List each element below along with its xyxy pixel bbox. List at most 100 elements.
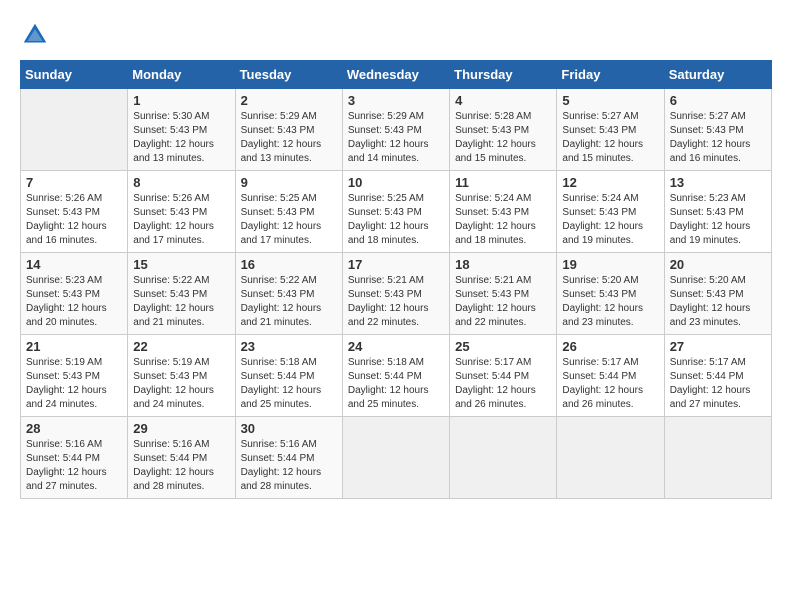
- day-cell: 15Sunrise: 5:22 AM Sunset: 5:43 PM Dayli…: [128, 253, 235, 335]
- day-number: 1: [133, 93, 229, 108]
- day-number: 8: [133, 175, 229, 190]
- day-cell: 23Sunrise: 5:18 AM Sunset: 5:44 PM Dayli…: [235, 335, 342, 417]
- day-cell: 17 Sunrise: 5:21 AM Sunset: 5:43 PM Dayli…: [342, 253, 449, 335]
- day-cell: [21, 89, 128, 171]
- day-info: Sunrise: 5:17 AM Sunset: 5:44 PM Dayligh…: [562, 356, 658, 412]
- week-row-2: 7 Sunrise: 5:26 AM Sunset: 5:43 PM Daylig…: [21, 171, 772, 253]
- day-info: Sunrise: 5:18 AM Sunset: 5:44 PM Dayligh…: [348, 356, 444, 412]
- day-number: 14: [26, 257, 122, 272]
- day-number: 5: [562, 93, 658, 108]
- day-number: 3: [348, 93, 444, 108]
- logo: [20, 20, 54, 50]
- day-info: Sunrise: 5:23 AM Sunset: 5:43 PM Dayligh…: [670, 192, 766, 248]
- header-cell-friday: Friday: [557, 61, 664, 89]
- day-number: 7: [26, 175, 122, 190]
- day-cell: 26 Sunrise: 5:17 AM Sunset: 5:44 PM Dayli…: [557, 335, 664, 417]
- week-row-1: 1Sunrise: 5:30 AM Sunset: 5:43 PM Daylig…: [21, 89, 772, 171]
- day-number: 18: [455, 257, 551, 272]
- day-cell: 19 Sunrise: 5:20 AM Sunset: 5:43 PM Dayli…: [557, 253, 664, 335]
- day-cell: 16 Sunrise: 5:22 AM Sunset: 5:43 PM Dayli…: [235, 253, 342, 335]
- day-cell: 20 Sunrise: 5:20 AM Sunset: 5:43 PM Dayli…: [664, 253, 771, 335]
- header-cell-monday: Monday: [128, 61, 235, 89]
- day-info: Sunrise: 5:22 AM Sunset: 5:43 PM Dayligh…: [241, 274, 337, 330]
- day-info: Sunrise: 5:16 AM Sunset: 5:44 PM Dayligh…: [133, 438, 229, 494]
- day-info: Sunrise: 5:19 AM Sunset: 5:43 PM Dayligh…: [133, 356, 229, 412]
- header: [20, 20, 772, 50]
- day-info: Sunrise: 5:16 AM Sunset: 5:44 PM Dayligh…: [241, 438, 337, 494]
- calendar-body: 1Sunrise: 5:30 AM Sunset: 5:43 PM Daylig…: [21, 89, 772, 499]
- calendar-table: SundayMondayTuesdayWednesdayThursdayFrid…: [20, 60, 772, 499]
- day-cell: 30 Sunrise: 5:16 AM Sunset: 5:44 PM Dayli…: [235, 417, 342, 499]
- day-number: 25: [455, 339, 551, 354]
- day-cell: 5Sunrise: 5:27 AM Sunset: 5:43 PM Daylig…: [557, 89, 664, 171]
- day-number: 30: [241, 421, 337, 436]
- week-row-5: 28 Sunrise: 5:16 AM Sunset: 5:44 PM Dayli…: [21, 417, 772, 499]
- day-info: Sunrise: 5:17 AM Sunset: 5:44 PM Dayligh…: [455, 356, 551, 412]
- day-number: 17: [348, 257, 444, 272]
- day-number: 19: [562, 257, 658, 272]
- day-cell: 10Sunrise: 5:25 AM Sunset: 5:43 PM Dayli…: [342, 171, 449, 253]
- day-number: 23: [241, 339, 337, 354]
- day-cell: 29 Sunrise: 5:16 AM Sunset: 5:44 PM Dayli…: [128, 417, 235, 499]
- day-number: 6: [670, 93, 766, 108]
- day-cell: 2Sunrise: 5:29 AM Sunset: 5:43 PM Daylig…: [235, 89, 342, 171]
- day-cell: 13Sunrise: 5:23 AM Sunset: 5:43 PM Dayli…: [664, 171, 771, 253]
- day-number: 12: [562, 175, 658, 190]
- day-number: 16: [241, 257, 337, 272]
- day-info: Sunrise: 5:20 AM Sunset: 5:43 PM Dayligh…: [670, 274, 766, 330]
- day-info: Sunrise: 5:25 AM Sunset: 5:43 PM Dayligh…: [348, 192, 444, 248]
- day-info: Sunrise: 5:28 AM Sunset: 5:43 PM Dayligh…: [455, 110, 551, 166]
- day-info: Sunrise: 5:23 AM Sunset: 5:43 PM Dayligh…: [26, 274, 122, 330]
- day-number: 26: [562, 339, 658, 354]
- calendar-header: SundayMondayTuesdayWednesdayThursdayFrid…: [21, 61, 772, 89]
- day-number: 20: [670, 257, 766, 272]
- day-info: Sunrise: 5:16 AM Sunset: 5:44 PM Dayligh…: [26, 438, 122, 494]
- day-info: Sunrise: 5:21 AM Sunset: 5:43 PM Dayligh…: [455, 274, 551, 330]
- day-cell: 22 Sunrise: 5:19 AM Sunset: 5:43 PM Dayli…: [128, 335, 235, 417]
- day-number: 29: [133, 421, 229, 436]
- day-number: 11: [455, 175, 551, 190]
- day-cell: [557, 417, 664, 499]
- day-cell: 28 Sunrise: 5:16 AM Sunset: 5:44 PM Dayli…: [21, 417, 128, 499]
- day-cell: 21 Sunrise: 5:19 AM Sunset: 5:43 PM Dayli…: [21, 335, 128, 417]
- day-cell: 9 Sunrise: 5:25 AM Sunset: 5:43 PM Daylig…: [235, 171, 342, 253]
- day-number: 27: [670, 339, 766, 354]
- day-cell: 1Sunrise: 5:30 AM Sunset: 5:43 PM Daylig…: [128, 89, 235, 171]
- day-cell: 6 Sunrise: 5:27 AM Sunset: 5:43 PM Daylig…: [664, 89, 771, 171]
- week-row-4: 21 Sunrise: 5:19 AM Sunset: 5:43 PM Dayli…: [21, 335, 772, 417]
- day-cell: 11 Sunrise: 5:24 AM Sunset: 5:43 PM Dayli…: [450, 171, 557, 253]
- day-number: 21: [26, 339, 122, 354]
- day-cell: 7 Sunrise: 5:26 AM Sunset: 5:43 PM Daylig…: [21, 171, 128, 253]
- day-cell: 24 Sunrise: 5:18 AM Sunset: 5:44 PM Dayli…: [342, 335, 449, 417]
- day-cell: 25 Sunrise: 5:17 AM Sunset: 5:44 PM Dayli…: [450, 335, 557, 417]
- day-info: Sunrise: 5:17 AM Sunset: 5:44 PM Dayligh…: [670, 356, 766, 412]
- day-cell: 18 Sunrise: 5:21 AM Sunset: 5:43 PM Dayli…: [450, 253, 557, 335]
- day-cell: 12Sunrise: 5:24 AM Sunset: 5:43 PM Dayli…: [557, 171, 664, 253]
- day-info: Sunrise: 5:21 AM Sunset: 5:43 PM Dayligh…: [348, 274, 444, 330]
- day-number: 22: [133, 339, 229, 354]
- day-number: 4: [455, 93, 551, 108]
- logo-icon: [20, 20, 50, 50]
- day-info: Sunrise: 5:25 AM Sunset: 5:43 PM Dayligh…: [241, 192, 337, 248]
- day-cell: 3Sunrise: 5:29 AM Sunset: 5:43 PM Daylig…: [342, 89, 449, 171]
- header-cell-wednesday: Wednesday: [342, 61, 449, 89]
- day-info: Sunrise: 5:24 AM Sunset: 5:43 PM Dayligh…: [455, 192, 551, 248]
- day-info: Sunrise: 5:26 AM Sunset: 5:43 PM Dayligh…: [133, 192, 229, 248]
- day-cell: [664, 417, 771, 499]
- header-cell-saturday: Saturday: [664, 61, 771, 89]
- week-row-3: 14 Sunrise: 5:23 AM Sunset: 5:43 PM Dayli…: [21, 253, 772, 335]
- day-number: 9: [241, 175, 337, 190]
- day-number: 24: [348, 339, 444, 354]
- header-row: SundayMondayTuesdayWednesdayThursdayFrid…: [21, 61, 772, 89]
- day-cell: 27 Sunrise: 5:17 AM Sunset: 5:44 PM Dayli…: [664, 335, 771, 417]
- day-number: 28: [26, 421, 122, 436]
- day-info: Sunrise: 5:26 AM Sunset: 5:43 PM Dayligh…: [26, 192, 122, 248]
- day-info: Sunrise: 5:27 AM Sunset: 5:43 PM Dayligh…: [670, 110, 766, 166]
- day-cell: 8 Sunrise: 5:26 AM Sunset: 5:43 PM Daylig…: [128, 171, 235, 253]
- day-cell: [450, 417, 557, 499]
- day-info: Sunrise: 5:29 AM Sunset: 5:43 PM Dayligh…: [241, 110, 337, 166]
- day-cell: 4 Sunrise: 5:28 AM Sunset: 5:43 PM Daylig…: [450, 89, 557, 171]
- day-info: Sunrise: 5:19 AM Sunset: 5:43 PM Dayligh…: [26, 356, 122, 412]
- day-info: Sunrise: 5:20 AM Sunset: 5:43 PM Dayligh…: [562, 274, 658, 330]
- day-number: 15: [133, 257, 229, 272]
